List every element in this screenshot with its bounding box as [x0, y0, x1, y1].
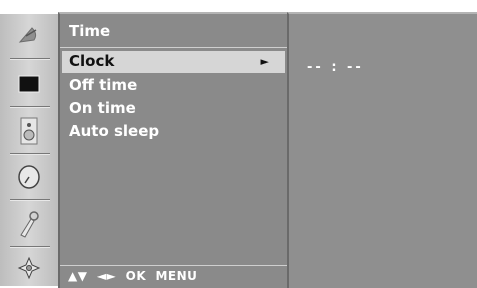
menu-item-auto-sleep[interactable]: Auto sleep	[69, 122, 159, 140]
menu-item-clock[interactable]: Clock ►	[62, 51, 285, 73]
lock-key-icon	[20, 211, 39, 238]
clock-value[interactable]: -- : --	[307, 60, 364, 75]
sidebar-item-option[interactable]	[0, 248, 58, 288]
tv-osd-screen: Time Clock ► Off time On time Auto sleep…	[0, 0, 477, 288]
satellite-dish-icon	[18, 27, 37, 43]
submenu-arrow-icon: ►	[260, 55, 269, 68]
sidebar-item-sound[interactable]	[0, 111, 58, 151]
navigation-hint: ▲▼ ◄► OK MENU	[68, 269, 198, 283]
sidebar-item-station[interactable]	[0, 16, 58, 56]
menu-title: Time	[69, 22, 111, 40]
sidebar-item-time[interactable]	[0, 157, 58, 197]
clock-icon	[18, 165, 40, 189]
time-menu-panel: Time Clock ► Off time On time Auto sleep…	[58, 12, 287, 288]
picture-icon	[18, 75, 40, 93]
category-sidebar	[0, 14, 58, 286]
menu-item-off-time[interactable]: Off time	[69, 76, 137, 94]
sidebar-item-lock[interactable]	[0, 204, 58, 244]
menu-item-label: Clock	[69, 52, 115, 70]
speaker-icon	[20, 117, 38, 145]
menu-item-on-time[interactable]: On time	[69, 99, 136, 117]
clock-value-panel: -- : --	[287, 12, 477, 288]
option-cross-icon	[17, 256, 41, 280]
sidebar-item-picture[interactable]	[0, 64, 58, 104]
